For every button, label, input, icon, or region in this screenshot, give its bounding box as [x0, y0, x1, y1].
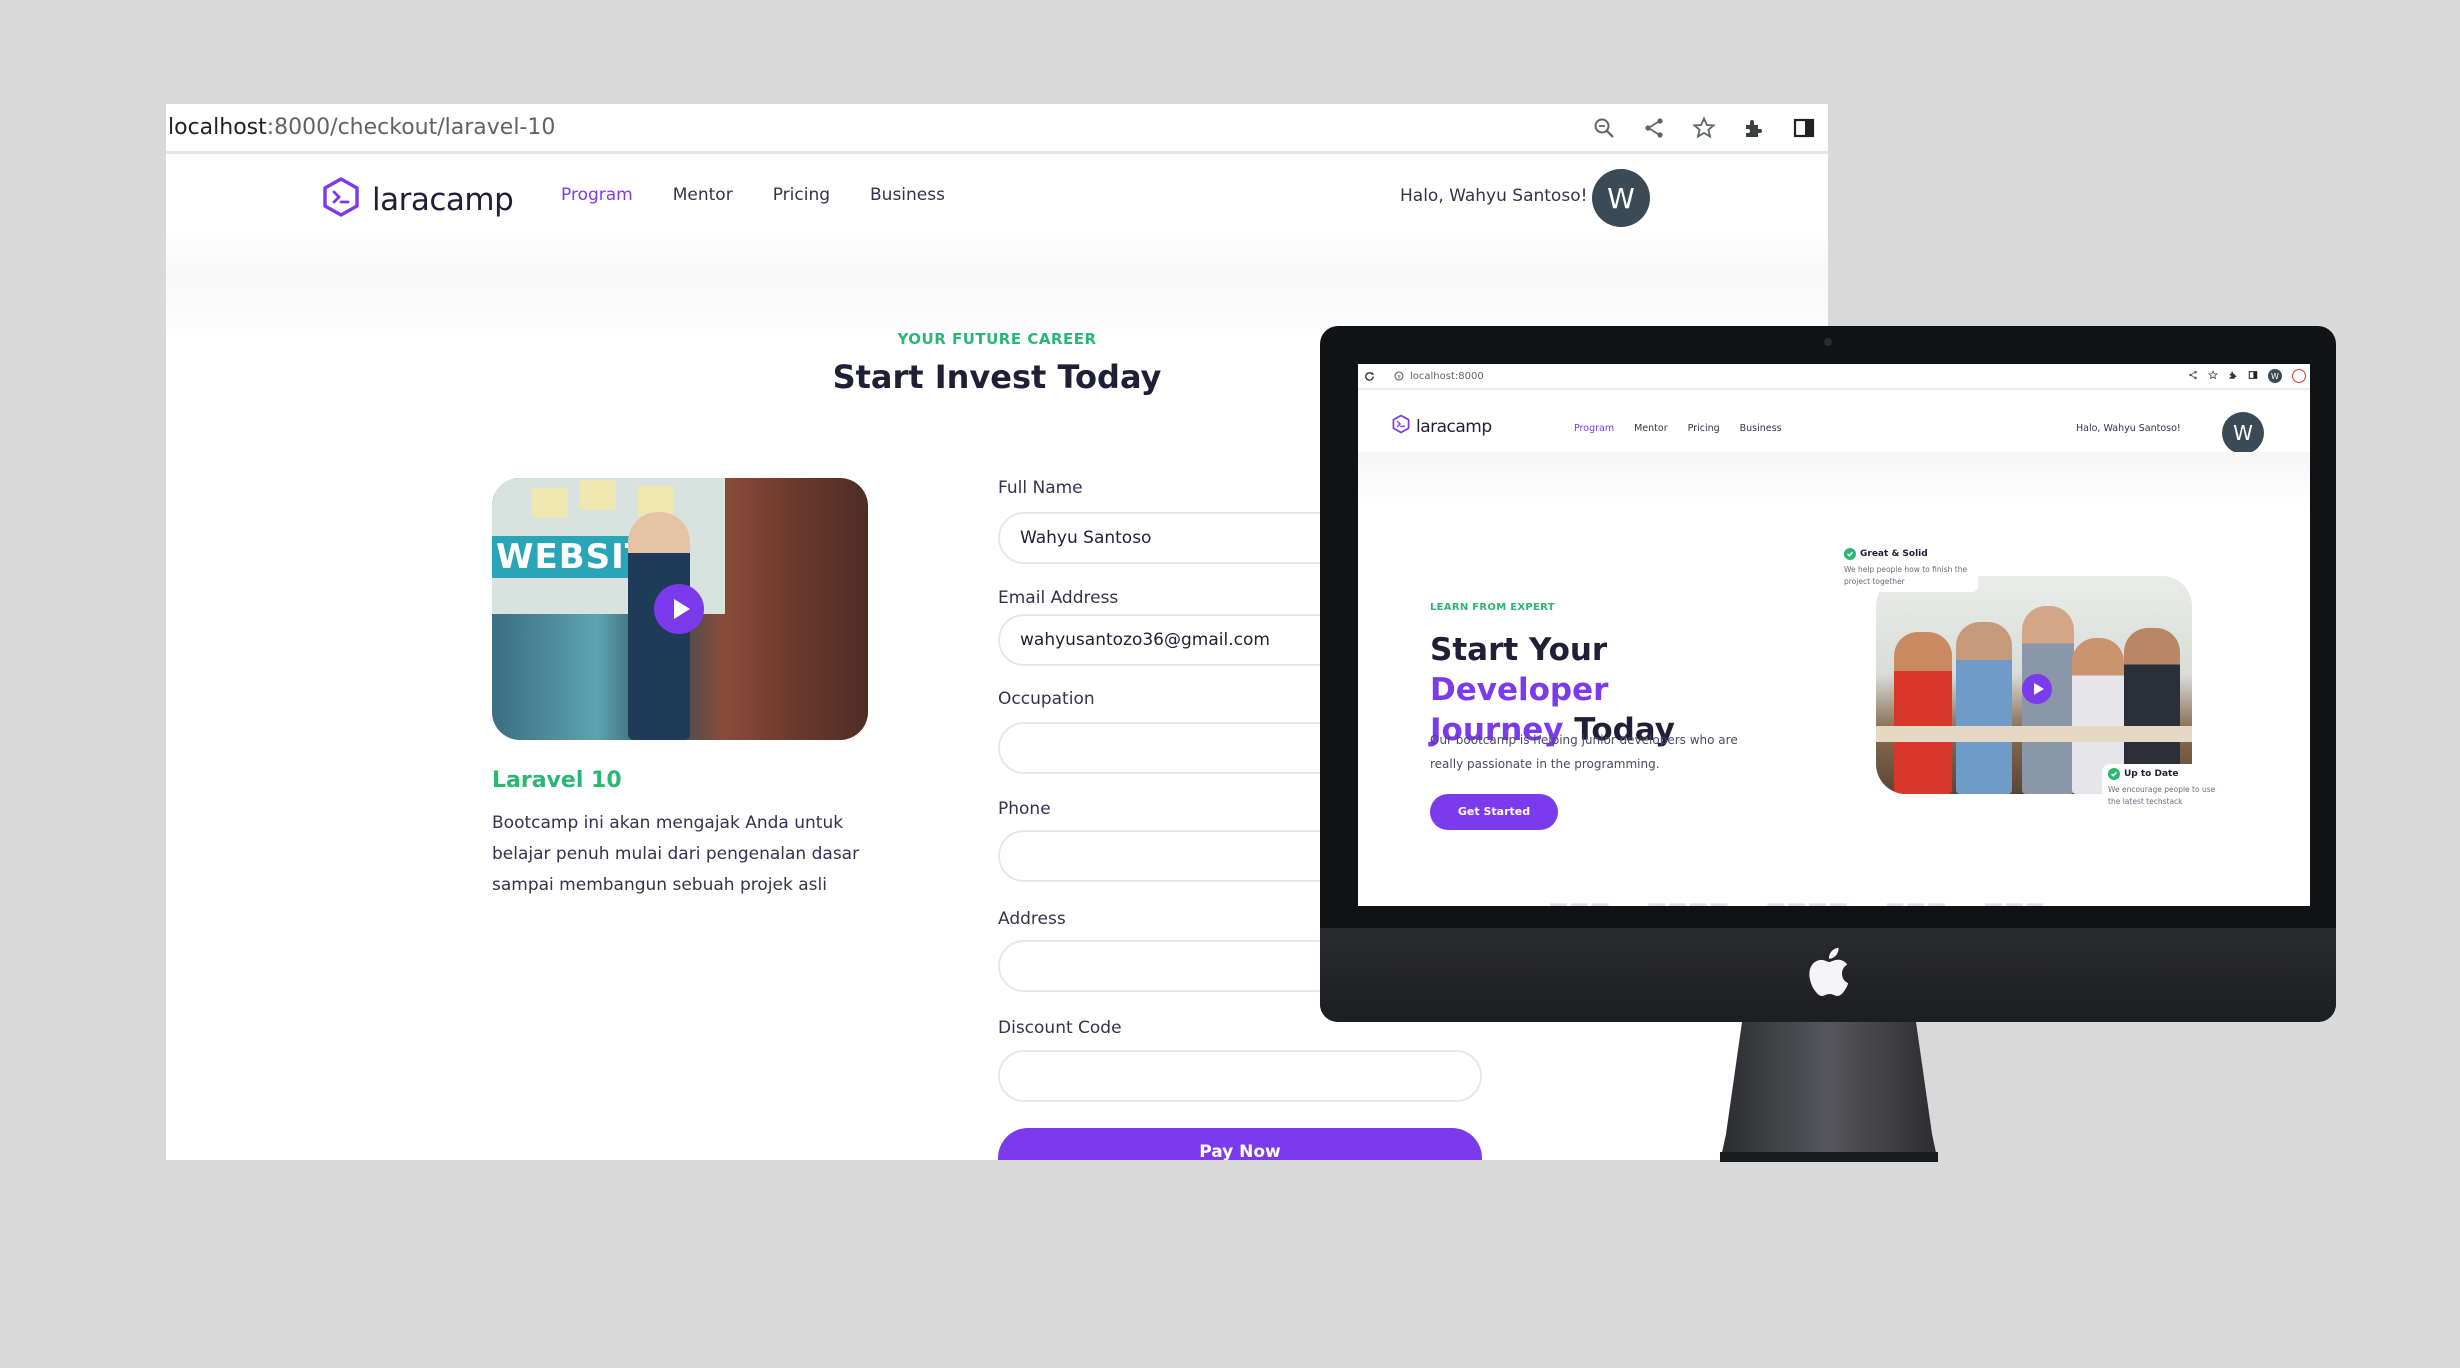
- partner-logo: ▬▬▬▬: [1766, 894, 1849, 906]
- user-greeting: Halo, Wahyu Santoso!: [1400, 186, 1588, 206]
- reload-icon[interactable]: [1362, 369, 1376, 383]
- main-nav: Program Mentor Pricing Business: [561, 185, 945, 205]
- url-path: :8000/checkout/laravel-10: [266, 115, 556, 140]
- pay-now-button[interactable]: Pay Now: [998, 1128, 1482, 1160]
- sticky-note: [580, 480, 616, 510]
- info-icon: [1392, 369, 1406, 383]
- nav-pricing[interactable]: Pricing: [1688, 423, 1720, 434]
- profile-avatar-mini[interactable]: W: [2268, 369, 2282, 383]
- laracamp-logo[interactable]: laracamp: [322, 177, 514, 222]
- imac-stand: [1720, 1022, 1938, 1162]
- phone-label: Phone: [998, 799, 1051, 819]
- star-icon[interactable]: [1690, 114, 1718, 142]
- course-video-thumbnail[interactable]: WEBSITE: [492, 478, 868, 740]
- sticky-note: [532, 488, 568, 518]
- check-icon: [1844, 548, 1856, 560]
- url-host: localhost: [168, 115, 267, 140]
- url-field[interactable]: localhost:8000/checkout/laravel-10: [166, 115, 1590, 140]
- partner-logo: ▬▬▬: [1548, 894, 1610, 906]
- avatar[interactable]: W: [2222, 412, 2264, 454]
- headline-part-1: Start Your: [1430, 632, 1608, 668]
- card-text: We help people how to finish the project…: [1844, 565, 1968, 586]
- avatar[interactable]: W: [1592, 169, 1650, 227]
- logo-text: laracamp: [372, 181, 514, 218]
- check-icon: [2108, 768, 2120, 780]
- share-icon[interactable]: [1640, 114, 1668, 142]
- nav-mentor[interactable]: Mentor: [1634, 423, 1668, 434]
- zoom-icon[interactable]: [1590, 114, 1618, 142]
- nav-business[interactable]: Business: [870, 185, 945, 205]
- extensions-icon[interactable]: [2228, 370, 2238, 383]
- site-header: laracamp Program Mentor Pricing Business…: [166, 157, 1828, 349]
- partner-logos: ▬▬▬ ▬▬▬▬ ▬▬▬▬ ▬▬▬ ▬▬▬: [1548, 894, 2045, 906]
- nav-business[interactable]: Business: [1740, 423, 1782, 434]
- address-label: Address: [998, 909, 1066, 929]
- play-icon[interactable]: [654, 584, 704, 634]
- browser-toolbar: [1590, 114, 1828, 142]
- table: [1876, 726, 2192, 742]
- card-title: Great & Solid: [1860, 549, 1928, 559]
- mini-address-bar[interactable]: localhost:8000 W: [1358, 364, 2310, 390]
- user-greeting: Halo, Wahyu Santoso!: [2076, 423, 2181, 434]
- mini-main-nav: Program Mentor Pricing Business: [1574, 423, 1782, 434]
- feature-card-great-solid: Great & Solid We help people how to fini…: [1838, 544, 1978, 592]
- address-bar[interactable]: localhost:8000/checkout/laravel-10: [166, 104, 1828, 154]
- headline-highlight-1: Developer: [1430, 672, 1609, 708]
- hero-eyebrow: LEARN FROM EXPERT: [1430, 602, 1555, 613]
- profile-badge-icon[interactable]: [2292, 369, 2306, 383]
- laracamp-logo-icon: [322, 177, 360, 222]
- card-title: Up to Date: [2124, 769, 2179, 779]
- camera: [1824, 338, 1832, 346]
- imac-mockup: localhost:8000 W laracamp Program Mentor…: [1320, 326, 2336, 1022]
- partner-logo: ▬▬▬: [1885, 894, 1947, 906]
- nav-mentor[interactable]: Mentor: [673, 185, 733, 205]
- course-name: Laravel 10: [492, 768, 622, 793]
- nav-program[interactable]: Program: [1574, 423, 1614, 434]
- person: [1956, 622, 2012, 794]
- occupation-label: Occupation: [998, 689, 1095, 709]
- mini-laracamp-logo[interactable]: laracamp: [1392, 414, 1492, 439]
- person: [1894, 632, 1952, 794]
- get-started-button[interactable]: Get Started: [1430, 794, 1558, 830]
- full-name-label: Full Name: [998, 478, 1083, 498]
- card-text: We encourage people to use the latest te…: [2108, 785, 2216, 806]
- discount-code-input[interactable]: [998, 1050, 1482, 1102]
- mini-toolbar: W: [2188, 369, 2310, 383]
- side-panel-icon[interactable]: [2248, 370, 2258, 383]
- share-icon[interactable]: [2188, 370, 2198, 383]
- logo-text: laracamp: [1416, 416, 1492, 437]
- laracamp-logo-icon: [1392, 414, 1410, 439]
- discount-code-label: Discount Code: [998, 1018, 1122, 1038]
- partner-logo: ▬▬▬▬: [1646, 894, 1729, 906]
- nav-pricing[interactable]: Pricing: [773, 185, 830, 205]
- extensions-icon[interactable]: [1740, 114, 1768, 142]
- nav-program[interactable]: Program: [561, 185, 633, 205]
- mini-url[interactable]: localhost:8000: [1410, 371, 2188, 382]
- side-panel-icon[interactable]: [1790, 114, 1818, 142]
- email-label: Email Address: [998, 588, 1119, 608]
- hero-description: Our bootcamp is helping junior developer…: [1430, 733, 1738, 771]
- partner-logo: ▬▬▬: [1983, 894, 2045, 906]
- imac-screen: localhost:8000 W laracamp Program Mentor…: [1358, 364, 2310, 906]
- star-icon[interactable]: [2207, 369, 2219, 383]
- hero-video-thumbnail[interactable]: [1876, 576, 2192, 794]
- apple-logo-icon: [1809, 947, 1849, 997]
- feature-card-up-to-date: Up to Date We encourage people to use th…: [2102, 764, 2226, 816]
- play-icon[interactable]: [2022, 674, 2052, 704]
- course-description: Bootcamp ini akan mengajak Anda untuk be…: [492, 813, 860, 895]
